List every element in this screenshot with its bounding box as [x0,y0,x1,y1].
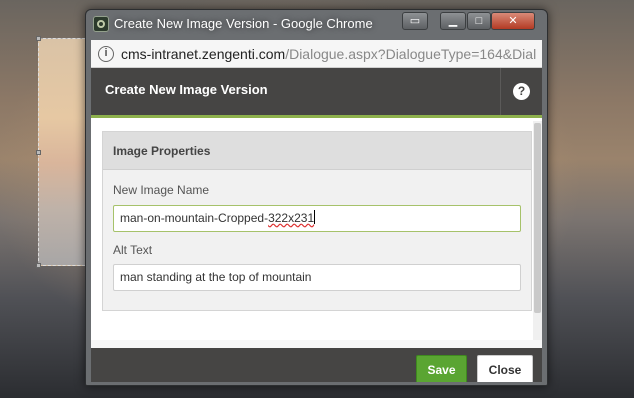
dialog-title: Create New Image Version [105,82,268,97]
crop-handle-left[interactable] [36,150,41,155]
dialog-footer [91,348,542,382]
dialog-header: Create New Image Version ? [91,68,542,118]
header-divider [500,68,501,115]
new-image-name-input[interactable]: man-on-mountain-Cropped-322x231 [113,205,521,232]
section-title: Image Properties [113,144,211,158]
help-icon[interactable]: ? [513,83,530,100]
url-host: cms-intranet.zengenti.com [121,46,286,62]
crop-handle-bottom-left[interactable] [36,263,41,268]
url-text[interactable]: cms-intranet.zengenti.com/Dialogue.aspx?… [121,46,539,62]
save-button[interactable]: Save [416,355,467,382]
app-icon [93,16,109,32]
text-caret [314,210,316,224]
image-properties-section: Image Properties New Image Name man-on-m… [102,131,532,311]
title-bar[interactable]: Create New Image Version - Google Chrome… [86,10,547,38]
section-header: Image Properties [103,132,531,170]
minimize-icon[interactable]: ▁ [440,12,466,30]
chrome-popup-window: Create New Image Version - Google Chrome… [85,9,548,386]
address-bar[interactable]: i cms-intranet.zengenti.com/Dialogue.asp… [91,40,542,68]
input-text-prefix: man-on-mountain-Cropped- [120,211,269,225]
close-button[interactable]: Close [477,355,533,382]
alt-text-input[interactable]: man standing at the top of mountain [113,264,521,291]
new-image-name-label: New Image Name [113,183,210,197]
url-path: /Dialogue.aspx?DialogueType=164&Dial [285,46,537,62]
close-icon[interactable]: ✕ [491,12,535,30]
input-text-suffix: 322x231 [268,211,315,225]
scrollbar[interactable] [533,121,542,352]
scrollbar-thumb[interactable] [534,123,541,313]
extra-button[interactable]: ▭ [402,12,428,30]
maximize-icon[interactable]: □ [467,12,491,30]
crop-handle-top-left[interactable] [36,36,41,41]
window-title: Create New Image Version - Google Chrome [114,16,373,31]
footer-spacer [91,340,542,348]
dialog-page: Create New Image Version ? Image Propert… [91,68,542,382]
alt-text-label: Alt Text [113,243,153,257]
info-icon[interactable]: i [98,46,114,62]
